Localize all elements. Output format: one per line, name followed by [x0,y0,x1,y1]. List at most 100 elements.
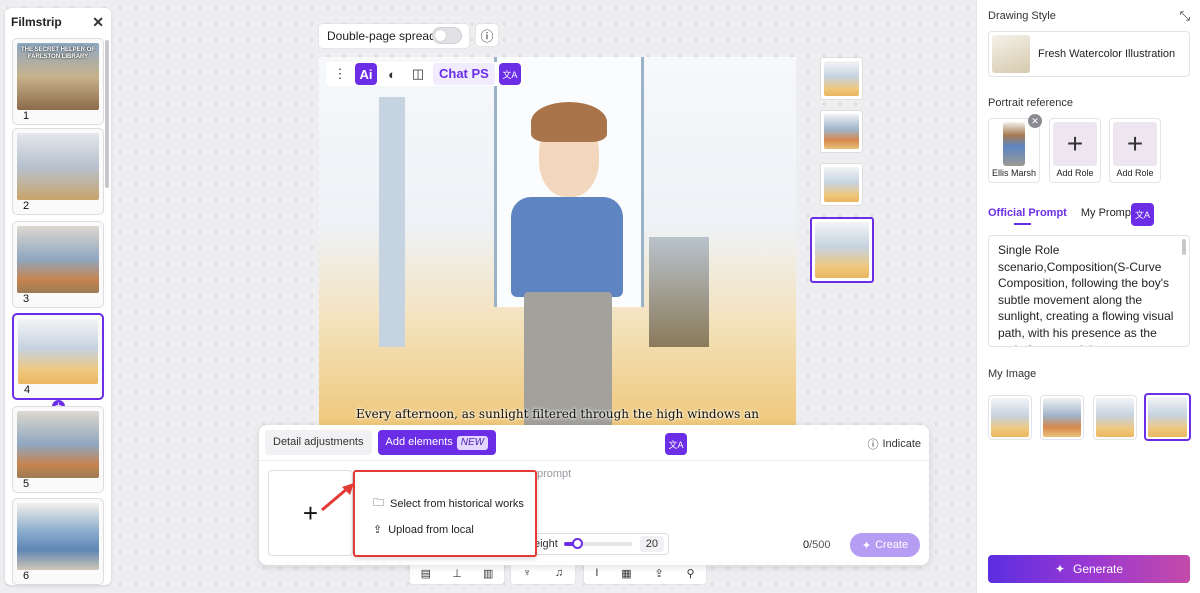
filmstrip-page-6[interactable]: 6 [12,498,104,585]
weight-slider[interactable] [563,538,632,549]
weight-slider-handle[interactable] [572,538,584,549]
filmstrip-page-5[interactable]: 5 [12,406,104,493]
translate-icon[interactable]: 文A [1131,203,1154,226]
info-icon[interactable]: ⓘ [476,24,498,46]
add-role-label: Add Role [1056,168,1094,178]
my-image-2[interactable] [1040,395,1084,440]
my-image-1[interactable] [988,395,1032,440]
sparkle-icon: ✦ [1054,562,1065,576]
prompt-tabs: Official Prompt My Prompt [988,207,1134,219]
books-icon[interactable]: ▥ [483,567,493,580]
my-image-thumb [991,398,1029,437]
tab-add-elements[interactable]: Add elements NEW [377,430,497,455]
filmstrip-panel: Filmstrip ✕ THE SECRET HELPER OF FARLSTO… [5,8,111,585]
variant-image [815,222,869,278]
generate-button[interactable]: ✦ Generate [988,555,1190,583]
my-image-3[interactable] [1093,395,1137,440]
edit-panel-tabs: Detail adjustments Add elements NEW [259,425,929,461]
my-image-thumb [1043,398,1081,437]
my-image-4[interactable] [1144,393,1191,441]
translate-icon[interactable]: 文A [665,433,687,455]
role-name: Ellis Marsh [991,168,1036,178]
select-historical-works-option[interactable]: 🗀 Select from historical works [373,494,524,513]
variant-thumb-4[interactable] [810,217,874,283]
plus-icon: + [1053,122,1097,166]
pillar-illustration [379,97,405,347]
upload-icon: ⇪ [373,524,383,536]
image-toolbar: ⋮ Ai ◐ ◫ Chat PS 文A [326,62,524,86]
indicate-button[interactable]: ⓘ Indicate [867,436,921,452]
remove-role-icon[interactable]: ✕ [1028,114,1042,128]
filmstrip-header: Filmstrip ✕ [5,8,111,36]
variant-image [824,61,859,96]
info-icon: ⓘ [867,439,879,451]
tab-detail-adjustments[interactable]: Detail adjustments [265,430,372,455]
bottom-toolbar-2: ♆ ♫ [511,562,575,584]
my-image-thumb [1096,398,1134,437]
bottom-toolbar-3: Ι ▦ ⇪ ⚲ [584,562,706,584]
music-icon[interactable]: ♫ [555,567,563,579]
filmstrip-page-2[interactable]: 2 [12,128,104,215]
variant-thumb-1[interactable] [820,57,863,100]
text-icon[interactable]: ▤ [421,567,431,580]
translate-icon[interactable]: 文A [498,63,521,85]
page-number: 4 [24,384,31,396]
filmstrip-page-4[interactable]: 4 [12,313,104,400]
filmstrip-page-3[interactable]: 3 [12,221,104,308]
bookshelf-illustration [649,237,709,347]
character-counter: 0/500 [803,539,831,551]
filmstrip-page-1[interactable]: THE SECRET HELPER OF FARLSTON LIBRARY 1 [12,38,104,125]
page-number: 5 [23,478,30,490]
tab-add-elements-label: Add elements [385,436,453,448]
select-historical-works-label: Select from historical works [390,497,524,510]
variant-thumb-3[interactable] [820,163,863,206]
variant-thumb-2[interactable] [820,110,863,153]
main-page-image[interactable]: Every afternoon, as sunlight filtered th… [319,57,796,430]
page-thumbnail [17,133,99,200]
add-element-popup: 🗀 Select from historical works ⇪ Upload … [353,470,537,557]
style-name: Fresh Watercolor Illustration [1038,48,1176,60]
generate-label: Generate [1073,562,1124,576]
collapse-icon[interactable]: ⤡ [1180,8,1190,24]
palette-icon[interactable]: ◐ [381,63,403,85]
new-badge: NEW [456,436,489,450]
upload-local-option[interactable]: ⇪ Upload from local [373,523,474,537]
prompt-scrollbar[interactable] [1182,239,1186,255]
add-role-button-1[interactable]: + Add Role [1049,118,1101,183]
text-tool-icon[interactable]: Ι [595,567,598,579]
page-thumbnail [17,503,99,570]
tab-my-prompt[interactable]: My Prompt [1081,207,1134,219]
filmstrip-scrollbar[interactable] [105,40,109,188]
my-image-title: My Image [988,368,1037,380]
close-icon[interactable]: ✕ [92,14,104,31]
weight-value[interactable]: 20 [639,536,664,552]
page-thumbnail [17,226,99,293]
layout-icon[interactable]: ⊥ [452,567,462,580]
stamp-icon[interactable]: ⚲ [687,567,695,580]
drawing-style-title: Drawing Style [988,10,1056,22]
split-view-icon[interactable]: ◫ [407,63,429,85]
drawing-style-card[interactable]: Fresh Watercolor Illustration [988,31,1190,77]
weight-label: eight [534,538,558,550]
active-tab-underline [1014,223,1031,225]
page-number: 2 [23,200,30,212]
page-number: 6 [23,570,30,582]
more-menu-icon[interactable]: ⋮ [329,63,351,85]
plus-icon: + [1113,122,1157,166]
add-role-label: Add Role [1116,168,1154,178]
element-prompt-placeholder[interactable]: prompt [537,468,571,480]
upload-icon[interactable]: ⇪ [655,567,664,580]
sparkle-icon: ✦ [861,539,872,552]
brush-icon[interactable]: ♆ [523,567,531,579]
add-role-button-2[interactable]: + Add Role [1109,118,1161,183]
tab-official-prompt[interactable]: Official Prompt [988,207,1067,219]
indicate-label: Indicate [882,438,921,450]
prompt-text: Single Role scenario,Composition(S-Curve… [998,243,1174,346]
double-page-spread-toggle[interactable] [432,27,462,44]
create-button[interactable]: ✦ Create [850,533,920,557]
ai-button[interactable]: Ai [355,63,377,85]
prompt-textarea[interactable]: Single Role scenario,Composition(S-Curve… [988,235,1190,347]
chat-ps-button[interactable]: Chat PS [433,63,495,85]
page-thumbnail [17,411,99,478]
grid-icon[interactable]: ▦ [621,567,631,580]
